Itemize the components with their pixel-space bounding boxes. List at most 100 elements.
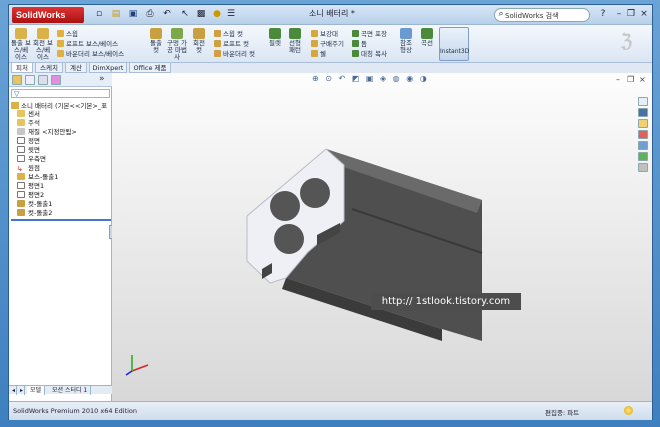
- tree-root[interactable]: 소니 배터리 (기본<<기본>_표: [11, 100, 111, 110]
- dome-button[interactable]: 돔: [352, 40, 367, 48]
- tree-item-sensors[interactable]: 센서: [17, 110, 40, 119]
- wrap-button[interactable]: 곡면 포장: [352, 30, 387, 38]
- tab-motion-study[interactable]: 모션 스터디 1: [49, 386, 92, 395]
- tab-features[interactable]: 피처: [11, 63, 33, 73]
- tab-sketch[interactable]: 스케치: [35, 63, 63, 73]
- search-box[interactable]: SolidWorks 검색: [494, 8, 590, 22]
- new-document-icon[interactable]: ▫: [93, 8, 105, 21]
- command-tabs: 피처 스케치 계산 DimXpert Office 제품: [9, 63, 652, 73]
- tree-item-label: 평면1: [28, 182, 45, 190]
- tree-item-cut-extrude2[interactable]: 컷-돌출2: [17, 209, 52, 218]
- expand-panel-icon[interactable]: »: [99, 74, 105, 84]
- loft-button[interactable]: 로프트 보스/베이스: [57, 40, 118, 48]
- wrap-label: 곡면 포장: [361, 30, 387, 38]
- plane-icon: [17, 191, 25, 198]
- extruded-boss-button[interactable]: 돌출 보스/베이스: [11, 28, 31, 61]
- fillet-icon: [269, 28, 281, 39]
- solidworks-logo[interactable]: SolidWorks: [12, 7, 84, 23]
- hole-wizard-button[interactable]: 구멍 가공 마법사: [167, 28, 187, 61]
- extrude-icon: [15, 28, 27, 39]
- tree-item-label: 센서: [28, 110, 40, 118]
- tree-item-annotations[interactable]: 주석: [17, 119, 40, 128]
- draft-icon: [311, 40, 318, 47]
- mirror-button[interactable]: 대칭 복사: [352, 50, 387, 58]
- undo-icon[interactable]: ↶: [161, 8, 173, 21]
- save-icon[interactable]: ▣: [127, 8, 139, 21]
- tree-item-top-plane[interactable]: 윗면: [17, 146, 40, 155]
- extruded-boss-label: 돌출 보스/베이스: [11, 39, 32, 61]
- rebuild-status-icon[interactable]: [624, 406, 633, 415]
- linear-pattern-button[interactable]: 선형 패턴: [286, 28, 304, 54]
- revolved-boss-label: 회전 보스/베이스: [33, 39, 54, 61]
- graphics-area[interactable]: ⊕ ⊙ ↶ ◩ ▣ ◈ ◍ ◉ ◑ – ❐ × http:// 1stlook.…: [112, 73, 652, 401]
- tree-item-plane2[interactable]: 평면2: [17, 191, 44, 200]
- feature-manager-tab-icon[interactable]: [12, 75, 22, 85]
- loft-label: 로프트 보스/베이스: [66, 40, 119, 48]
- draft-button[interactable]: 구배주기: [311, 40, 344, 48]
- coordinate-triad: [125, 355, 149, 376]
- revolved-cut-button[interactable]: 회전 컷: [190, 28, 208, 54]
- restore-button[interactable]: ❐: [625, 8, 637, 20]
- sweep-button[interactable]: 스윕: [57, 30, 78, 38]
- tab-office-products[interactable]: Office 제품: [129, 63, 171, 73]
- swept-cut-label: 스윕 컷: [223, 30, 244, 38]
- logo-text: SolidWorks: [16, 10, 66, 20]
- configuration-manager-tab-icon[interactable]: [38, 75, 48, 85]
- tab-scroll-icon[interactable]: ◂: [9, 386, 17, 395]
- tab-dimxpert[interactable]: DimXpert: [89, 63, 127, 73]
- search-icon: ⌕: [498, 9, 504, 19]
- mirror-label: 대칭 복사: [361, 50, 387, 58]
- open-icon[interactable]: ▤: [110, 8, 122, 21]
- help-icon[interactable]: ?: [597, 8, 609, 20]
- tree-filter[interactable]: ▽: [11, 89, 110, 98]
- boundary-cut-button[interactable]: 바운더리 컷: [214, 50, 255, 58]
- tree-item-boss-extrude1[interactable]: 보스-돌출1: [17, 173, 58, 182]
- rollback-bar[interactable]: [11, 219, 111, 221]
- draft-label: 구배주기: [320, 40, 344, 48]
- revolve-icon: [37, 28, 49, 39]
- revolved-boss-button[interactable]: 회전 보스/베이스: [33, 28, 53, 61]
- tree-item-right-plane[interactable]: 우측면: [17, 155, 46, 164]
- lofted-cut-button[interactable]: 로프트 컷: [214, 40, 249, 48]
- pattern-icon: [289, 28, 301, 39]
- swept-cut-button[interactable]: 스윕 컷: [214, 30, 243, 38]
- instant3d-button[interactable]: Instant3D: [439, 27, 469, 61]
- lofted-cut-icon: [214, 40, 221, 47]
- panel-tabs: »: [9, 73, 112, 87]
- tree-item-label: 주석: [28, 119, 40, 127]
- tab-evaluate[interactable]: 계산: [65, 63, 87, 73]
- shell-icon: [311, 50, 318, 57]
- print-icon[interactable]: ⎙: [144, 8, 156, 21]
- reference-geometry-button[interactable]: 참조 형상: [397, 28, 415, 54]
- property-manager-tab-icon[interactable]: [25, 75, 35, 85]
- fillet-button[interactable]: 필렛: [267, 28, 283, 47]
- tree-item-cut-extrude1[interactable]: 컷-돌출1: [17, 200, 52, 209]
- options-icon[interactable]: ☰: [225, 8, 237, 21]
- battery-model[interactable]: [112, 73, 652, 401]
- curves-button[interactable]: 곡선: [419, 28, 435, 47]
- sweep-icon: [57, 30, 64, 37]
- tab-model[interactable]: 모델: [27, 386, 46, 395]
- boundary-boss-button[interactable]: 바운더리 보스/베이스: [57, 50, 124, 58]
- tree-item-front-plane[interactable]: 정면: [17, 137, 40, 146]
- traffic-light-icon[interactable]: ●: [211, 8, 223, 21]
- rebuild-icon[interactable]: ▩: [195, 8, 207, 21]
- shell-button[interactable]: 쉘: [311, 50, 326, 58]
- tree-item-origin[interactable]: ↳ 원점: [17, 164, 40, 173]
- title-bar: SolidWorks ▫ ▤ ▣ ⎙ ↶ ↖ ▩ ● ☰ 소니 배터리 * So…: [9, 5, 652, 25]
- tree-item-label: 원점: [28, 164, 40, 172]
- tree-item-label: 정면: [28, 137, 40, 145]
- tab-scroll-right-icon[interactable]: ▸: [17, 386, 25, 395]
- select-icon[interactable]: ↖: [179, 8, 191, 21]
- minimize-button[interactable]: –: [613, 8, 625, 20]
- tree-item-material[interactable]: 재질 <지정안됨>: [17, 128, 77, 137]
- x-axis-line: [131, 364, 149, 372]
- dimxpert-manager-tab-icon[interactable]: [51, 75, 61, 85]
- close-button[interactable]: ×: [638, 8, 650, 20]
- extruded-cut-button[interactable]: 돌출 컷: [147, 28, 165, 54]
- tree-item-plane1[interactable]: 평면1: [17, 182, 44, 191]
- dome-icon: [352, 40, 359, 47]
- watermark-label: http:// 1stlook.tistory.com: [371, 293, 521, 310]
- rib-button[interactable]: 보강대: [311, 30, 338, 38]
- extrude-feature-icon: [17, 173, 25, 180]
